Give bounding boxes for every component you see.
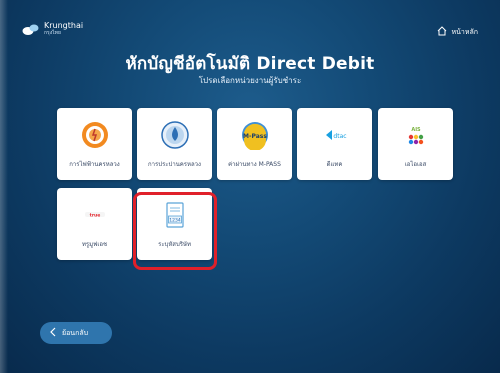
logo-subtext: กรุงไทย — [44, 30, 61, 36]
tile-truemove[interactable]: true ทรูมูฟเอช — [57, 188, 132, 260]
back-label: ย้อนกลับ — [62, 328, 89, 337]
mea-icon — [80, 120, 110, 150]
truemove-icon: true — [80, 200, 110, 230]
tile-dtac[interactable]: dtac ดีแทค — [297, 108, 372, 180]
page-subtitle: โปรดเลือกหน่วยงานผู้รับชำระ — [198, 76, 302, 85]
tile-mpass[interactable]: M-Pass ค่าผ่านทาง M-PASS — [217, 108, 292, 180]
logo-name: Krungthai — [44, 21, 84, 30]
home-label: หน้าหลัก — [451, 27, 478, 36]
tile-label: ดีแทค — [326, 161, 343, 168]
tile-label: การไฟฟ้านครหลวง — [69, 161, 120, 168]
selection-highlight — [133, 192, 217, 270]
page-title: หักบัญชีอัตโนมัติ Direct Debit — [125, 54, 375, 74]
home-button[interactable]: หน้าหลัก — [437, 26, 478, 38]
ais-icon: AIS — [401, 120, 431, 150]
mpass-logo-text: M-Pass — [243, 133, 267, 140]
ais-logo-text: AIS — [411, 127, 421, 133]
krungthai-logo: Krungthai กรุงไทย — [22, 22, 83, 36]
dtac-icon: dtac — [320, 120, 350, 150]
tile-label: ทรูมูฟเอช — [81, 241, 108, 248]
tile-ais[interactable]: AIS เอไอเอส — [378, 108, 453, 180]
dtac-logo-text: dtac — [333, 133, 346, 140]
tile-label: ค่าผ่านทาง M-PASS — [228, 161, 281, 168]
true-logo-text: true — [89, 212, 100, 218]
chevron-left-icon — [50, 327, 56, 339]
mpass-icon: M-Pass — [240, 120, 270, 151]
tile-label: การประปานครหลวง — [148, 161, 201, 168]
home-icon — [437, 26, 447, 38]
back-button[interactable]: ย้อนกลับ — [40, 322, 112, 344]
mwa-icon — [160, 120, 190, 150]
tile-mea[interactable]: การไฟฟ้านครหลวง — [57, 108, 132, 180]
tile-label: เอไอเอส — [404, 161, 427, 168]
logo-bird-icon — [22, 22, 40, 36]
tile-mwa[interactable]: การประปานครหลวง — [137, 108, 212, 180]
